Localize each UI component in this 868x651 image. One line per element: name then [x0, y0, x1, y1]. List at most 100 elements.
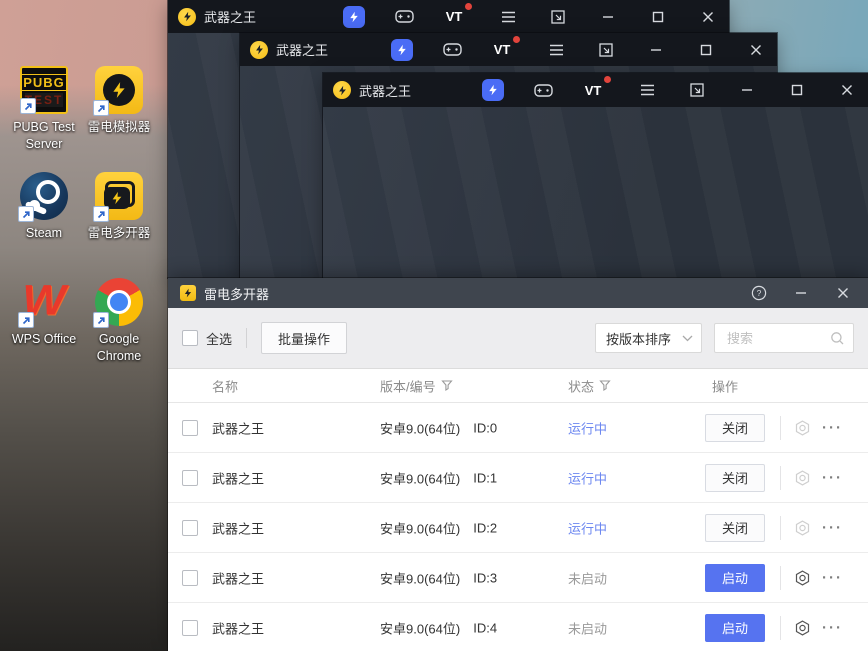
- maximize-button[interactable]: [647, 6, 669, 28]
- maximize-button[interactable]: [695, 39, 717, 61]
- row-checkbox[interactable]: [182, 519, 198, 536]
- icon-label: 雷电多开器: [87, 226, 151, 240]
- close-button[interactable]: [836, 79, 858, 101]
- search-input[interactable]: [725, 329, 830, 347]
- filter-icon[interactable]: [440, 380, 453, 392]
- dock-window-icon[interactable]: [595, 39, 617, 61]
- more-options-button[interactable]: ···: [822, 469, 843, 486]
- close-button[interactable]: [697, 6, 719, 28]
- settings-gear-icon[interactable]: [794, 419, 811, 436]
- maximize-button[interactable]: [786, 79, 808, 101]
- instance-version: 安卓9.0(64位) ID:2: [380, 520, 498, 536]
- close-instance-button[interactable]: 关闭: [705, 513, 765, 542]
- help-icon[interactable]: ?: [746, 280, 772, 306]
- row-checkbox[interactable]: [182, 569, 198, 586]
- titlebar[interactable]: 武器之王 VT: [240, 33, 777, 66]
- more-options-button[interactable]: ···: [822, 619, 843, 636]
- desktop-icon-ldplayer[interactable]: 雷电模拟器: [80, 66, 158, 136]
- desktop-icon-chrome[interactable]: Google Chrome: [80, 278, 158, 365]
- titlebar[interactable]: 武器之王 VT: [168, 0, 729, 33]
- vt-button[interactable]: VT: [582, 76, 611, 101]
- settings-gear-icon[interactable]: [794, 569, 811, 586]
- boost-icon[interactable]: [343, 5, 365, 28]
- gamepad-icon[interactable]: [532, 79, 554, 101]
- select-all-checkbox[interactable]: [182, 330, 198, 346]
- multi-instance-manager-window: 雷电多开器 ? 全选 批量操作 按版本排序 名称 版本/编号: [168, 278, 868, 651]
- emulator-screen: [323, 107, 868, 278]
- status-badge: 未启动: [568, 621, 608, 636]
- icon-label: Steam: [25, 226, 63, 240]
- desktop-icon-pubg-test[interactable]: PUBG TEST PUBG Test Server: [5, 66, 83, 153]
- minimize-button[interactable]: [645, 39, 667, 61]
- more-options-button[interactable]: ···: [822, 419, 843, 436]
- sort-dropdown[interactable]: 按版本排序: [595, 323, 702, 353]
- batch-operations-button[interactable]: 批量操作: [261, 322, 348, 354]
- shortcut-arrow-icon: [18, 312, 34, 328]
- minimize-button[interactable]: [788, 280, 814, 306]
- settings-gear-icon[interactable]: [794, 469, 811, 486]
- instance-version: 安卓9.0(64位) ID:3: [380, 570, 498, 586]
- close-instance-button[interactable]: 关闭: [705, 463, 765, 492]
- shortcut-arrow-icon: [93, 206, 109, 222]
- header-actions: 操作: [712, 379, 739, 394]
- manager-titlebar[interactable]: 雷电多开器 ?: [168, 278, 868, 308]
- divider: [780, 415, 781, 440]
- shortcut-arrow-icon: [93, 312, 109, 328]
- icon-label: PUBG Test Server: [13, 120, 75, 151]
- icon-label: Google Chrome: [96, 332, 142, 363]
- window-title: 武器之王: [204, 10, 257, 25]
- dock-window-icon[interactable]: [547, 6, 569, 28]
- table-header: 名称 版本/编号 状态 操作: [168, 369, 868, 403]
- titlebar[interactable]: 武器之王 VT: [323, 73, 868, 107]
- notification-dot: [465, 2, 472, 10]
- shortcut-arrow-icon: [20, 98, 36, 114]
- divider: [246, 328, 248, 348]
- minimize-button[interactable]: [597, 6, 619, 28]
- table-row: 武器之王 安卓9.0(64位) ID:0 运行中 关闭 ···: [168, 403, 868, 453]
- desktop-icon-steam[interactable]: Steam: [5, 172, 83, 242]
- boost-icon[interactable]: [482, 79, 504, 101]
- more-options-button[interactable]: ···: [822, 519, 843, 536]
- more-options-button[interactable]: ···: [822, 569, 843, 586]
- start-instance-button[interactable]: 启动: [705, 613, 765, 642]
- row-checkbox[interactable]: [182, 419, 198, 436]
- row-checkbox[interactable]: [182, 619, 198, 636]
- divider: [780, 615, 781, 640]
- desktop-icon-wps[interactable]: W WPS Office: [5, 278, 83, 348]
- ld-multi-logo-icon: [180, 285, 196, 301]
- close-instance-button[interactable]: 关闭: [705, 413, 765, 442]
- window-title: 武器之王: [276, 43, 329, 58]
- gamepad-icon[interactable]: [393, 6, 415, 28]
- icon-label: 雷电模拟器: [87, 120, 151, 134]
- shortcut-arrow-icon: [18, 206, 34, 222]
- instance-version: 安卓9.0(64位) ID:0: [380, 420, 498, 436]
- row-checkbox[interactable]: [182, 469, 198, 486]
- minimize-button[interactable]: [736, 79, 758, 101]
- manager-toolbar: 全选 批量操作 按版本排序: [168, 308, 868, 369]
- menu-icon[interactable]: [497, 6, 519, 28]
- boost-icon[interactable]: [391, 38, 413, 61]
- menu-icon[interactable]: [545, 39, 567, 61]
- close-button[interactable]: [830, 280, 856, 306]
- table-row: 武器之王 安卓9.0(64位) ID:1 运行中 关闭 ···: [168, 453, 868, 503]
- gamepad-icon[interactable]: [441, 39, 463, 61]
- filter-icon[interactable]: [599, 380, 611, 392]
- start-instance-button[interactable]: 启动: [705, 563, 765, 592]
- settings-gear-icon[interactable]: [794, 619, 811, 636]
- search-box[interactable]: [714, 323, 854, 353]
- instance-name: 武器之王: [212, 521, 265, 536]
- menu-icon[interactable]: [636, 79, 658, 101]
- vt-button[interactable]: VT: [491, 35, 520, 61]
- header-status[interactable]: 状态: [568, 376, 611, 395]
- divider: [780, 465, 781, 490]
- notification-dot: [513, 35, 520, 43]
- close-button[interactable]: [745, 39, 767, 61]
- pubg-test-icon: PUBG TEST: [20, 66, 68, 114]
- header-version[interactable]: 版本/编号: [380, 376, 453, 395]
- icon-label: WPS Office: [11, 332, 77, 346]
- emulator-window-3: 武器之王 VT: [323, 73, 868, 278]
- settings-gear-icon[interactable]: [794, 519, 811, 536]
- dock-window-icon[interactable]: [686, 79, 708, 101]
- vt-button[interactable]: VT: [443, 2, 472, 28]
- desktop-icon-ld-multi[interactable]: 雷电多开器: [80, 172, 158, 242]
